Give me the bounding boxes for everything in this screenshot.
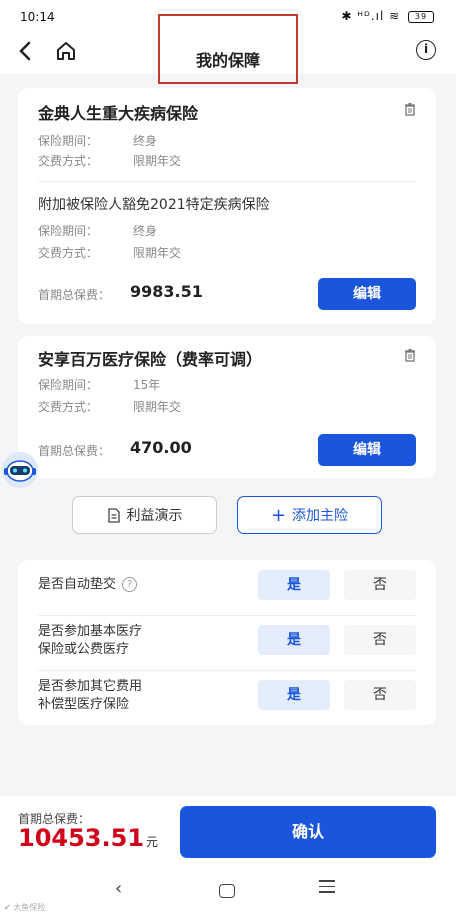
auto-pay-no-button[interactable]: 否	[344, 570, 416, 600]
rider-name: 附加被保险人豁免2021特定疾病保险	[38, 197, 270, 213]
system-nav-bar: ‹	[0, 866, 456, 918]
status-time: 10:14	[20, 10, 55, 24]
divider	[38, 615, 416, 616]
payment-row: 交费方式： 限期年交	[38, 152, 181, 169]
term-label: 保险期间：	[38, 134, 99, 148]
benefit-demo-label: 利益演示	[126, 508, 183, 524]
system-back-icon[interactable]: ‹	[115, 878, 122, 899]
info-icon[interactable]: i	[416, 40, 436, 60]
other-medical-line1: 是否参加其它费用	[38, 679, 143, 694]
add-main-insurance-label: 添加主险	[292, 508, 349, 524]
delete-icon[interactable]	[404, 102, 416, 116]
premium-value: 470.00	[130, 438, 192, 457]
plus-icon: +	[270, 504, 287, 526]
payment-label: 交费方式：	[38, 154, 99, 168]
basic-medical-line1: 是否参加基本医疗	[38, 624, 143, 639]
premium-label: 首期总保费：	[38, 288, 111, 302]
basic-medical-line2: 保险或公费医疗	[38, 642, 130, 657]
other-medical-line2: 补偿型医疗保险	[38, 697, 130, 712]
divider	[38, 670, 416, 671]
basic-medical-no-button[interactable]: 否	[344, 625, 416, 655]
product-name: 金典人生重大疾病保险	[38, 104, 199, 123]
auto-pay-text: 是否自动垫交	[38, 577, 117, 592]
term-value: 终身	[133, 224, 158, 238]
page-title: 我的保障	[158, 14, 298, 84]
basic-medical-yes-button[interactable]: 是	[258, 625, 330, 655]
confirm-button[interactable]: 确认	[180, 806, 436, 858]
term-row: 保险期间： 终身	[38, 132, 157, 149]
total-premium-amount: 10453.51	[18, 824, 145, 852]
term-value: 15年	[133, 378, 161, 392]
payment-label: 交费方式：	[38, 400, 99, 414]
edit-button[interactable]: 编辑	[318, 278, 416, 310]
other-medical-yes-button[interactable]: 是	[258, 680, 330, 710]
total-premium-unit: 元	[146, 835, 159, 849]
battery-icon: 39	[408, 10, 434, 23]
divider	[38, 181, 416, 182]
premium-label: 首期总保费：	[38, 444, 111, 458]
payment-row: 交费方式： 限期年交	[38, 398, 181, 415]
auto-pay-label: 是否自动垫交?	[38, 576, 138, 594]
signal-icons: ✱ ᴴᴰ.ıl ≋	[341, 9, 401, 23]
status-icons: ✱ ᴴᴰ.ıl ≋ 39	[341, 9, 434, 23]
add-main-insurance-button[interactable]: + 添加主险	[237, 496, 382, 534]
policy-card-2: 安享百万医疗保险（费率可调） 保险期间： 15年 交费方式： 限期年交 首期总保…	[18, 336, 436, 478]
other-medical-no-button[interactable]: 否	[344, 680, 416, 710]
delete-icon[interactable]	[404, 348, 416, 362]
assistant-robot-icon[interactable]	[0, 450, 44, 490]
benefit-demo-button[interactable]: 利益演示	[72, 496, 217, 534]
edit-button[interactable]: 编辑	[318, 434, 416, 466]
basic-medical-label: 是否参加基本医疗 保险或公费医疗	[38, 623, 142, 659]
rider-term-row: 保险期间： 终身	[38, 222, 157, 239]
nav-bar: 我的保障 i	[0, 14, 456, 84]
document-icon	[107, 507, 120, 523]
term-label: 保险期间：	[38, 378, 99, 392]
term-value: 终身	[133, 134, 158, 148]
other-medical-label: 是否参加其它费用 补偿型医疗保险	[38, 678, 142, 714]
page-title-text: 我的保障	[195, 51, 260, 70]
back-icon[interactable]	[18, 40, 32, 68]
payment-value: 限期年交	[133, 400, 182, 414]
payment-value: 限期年交	[133, 154, 182, 168]
policy-card-1: 金典人生重大疾病保险 保险期间： 终身 交费方式： 限期年交 附加被保险人豁免2…	[18, 88, 436, 324]
premium-value: 9983.51	[130, 282, 203, 301]
home-icon[interactable]	[55, 40, 77, 66]
payment-label: 交费方式：	[38, 246, 99, 260]
term-row: 保险期间： 15年	[38, 376, 160, 393]
system-home-icon[interactable]	[219, 884, 235, 898]
auto-pay-yes-button[interactable]: 是	[258, 570, 330, 600]
system-menu-icon[interactable]	[319, 880, 335, 897]
options-card: 是否自动垫交? 是 否 是否参加基本医疗 保险或公费医疗 是 否 是否参加其它费…	[18, 560, 436, 725]
watermark: ✔ 大鱼保险	[4, 903, 46, 912]
help-icon[interactable]: ?	[122, 577, 138, 592]
total-premium-value: 10453.51 元	[18, 824, 158, 852]
rider-payment-row: 交费方式： 限期年交	[38, 244, 181, 261]
payment-value: 限期年交	[133, 246, 182, 260]
product-name: 安享百万医疗保险（费率可调）	[38, 350, 263, 369]
term-label: 保险期间：	[38, 224, 99, 238]
bottom-bar: 首期总保费： 10453.51 元 确认	[0, 796, 456, 866]
